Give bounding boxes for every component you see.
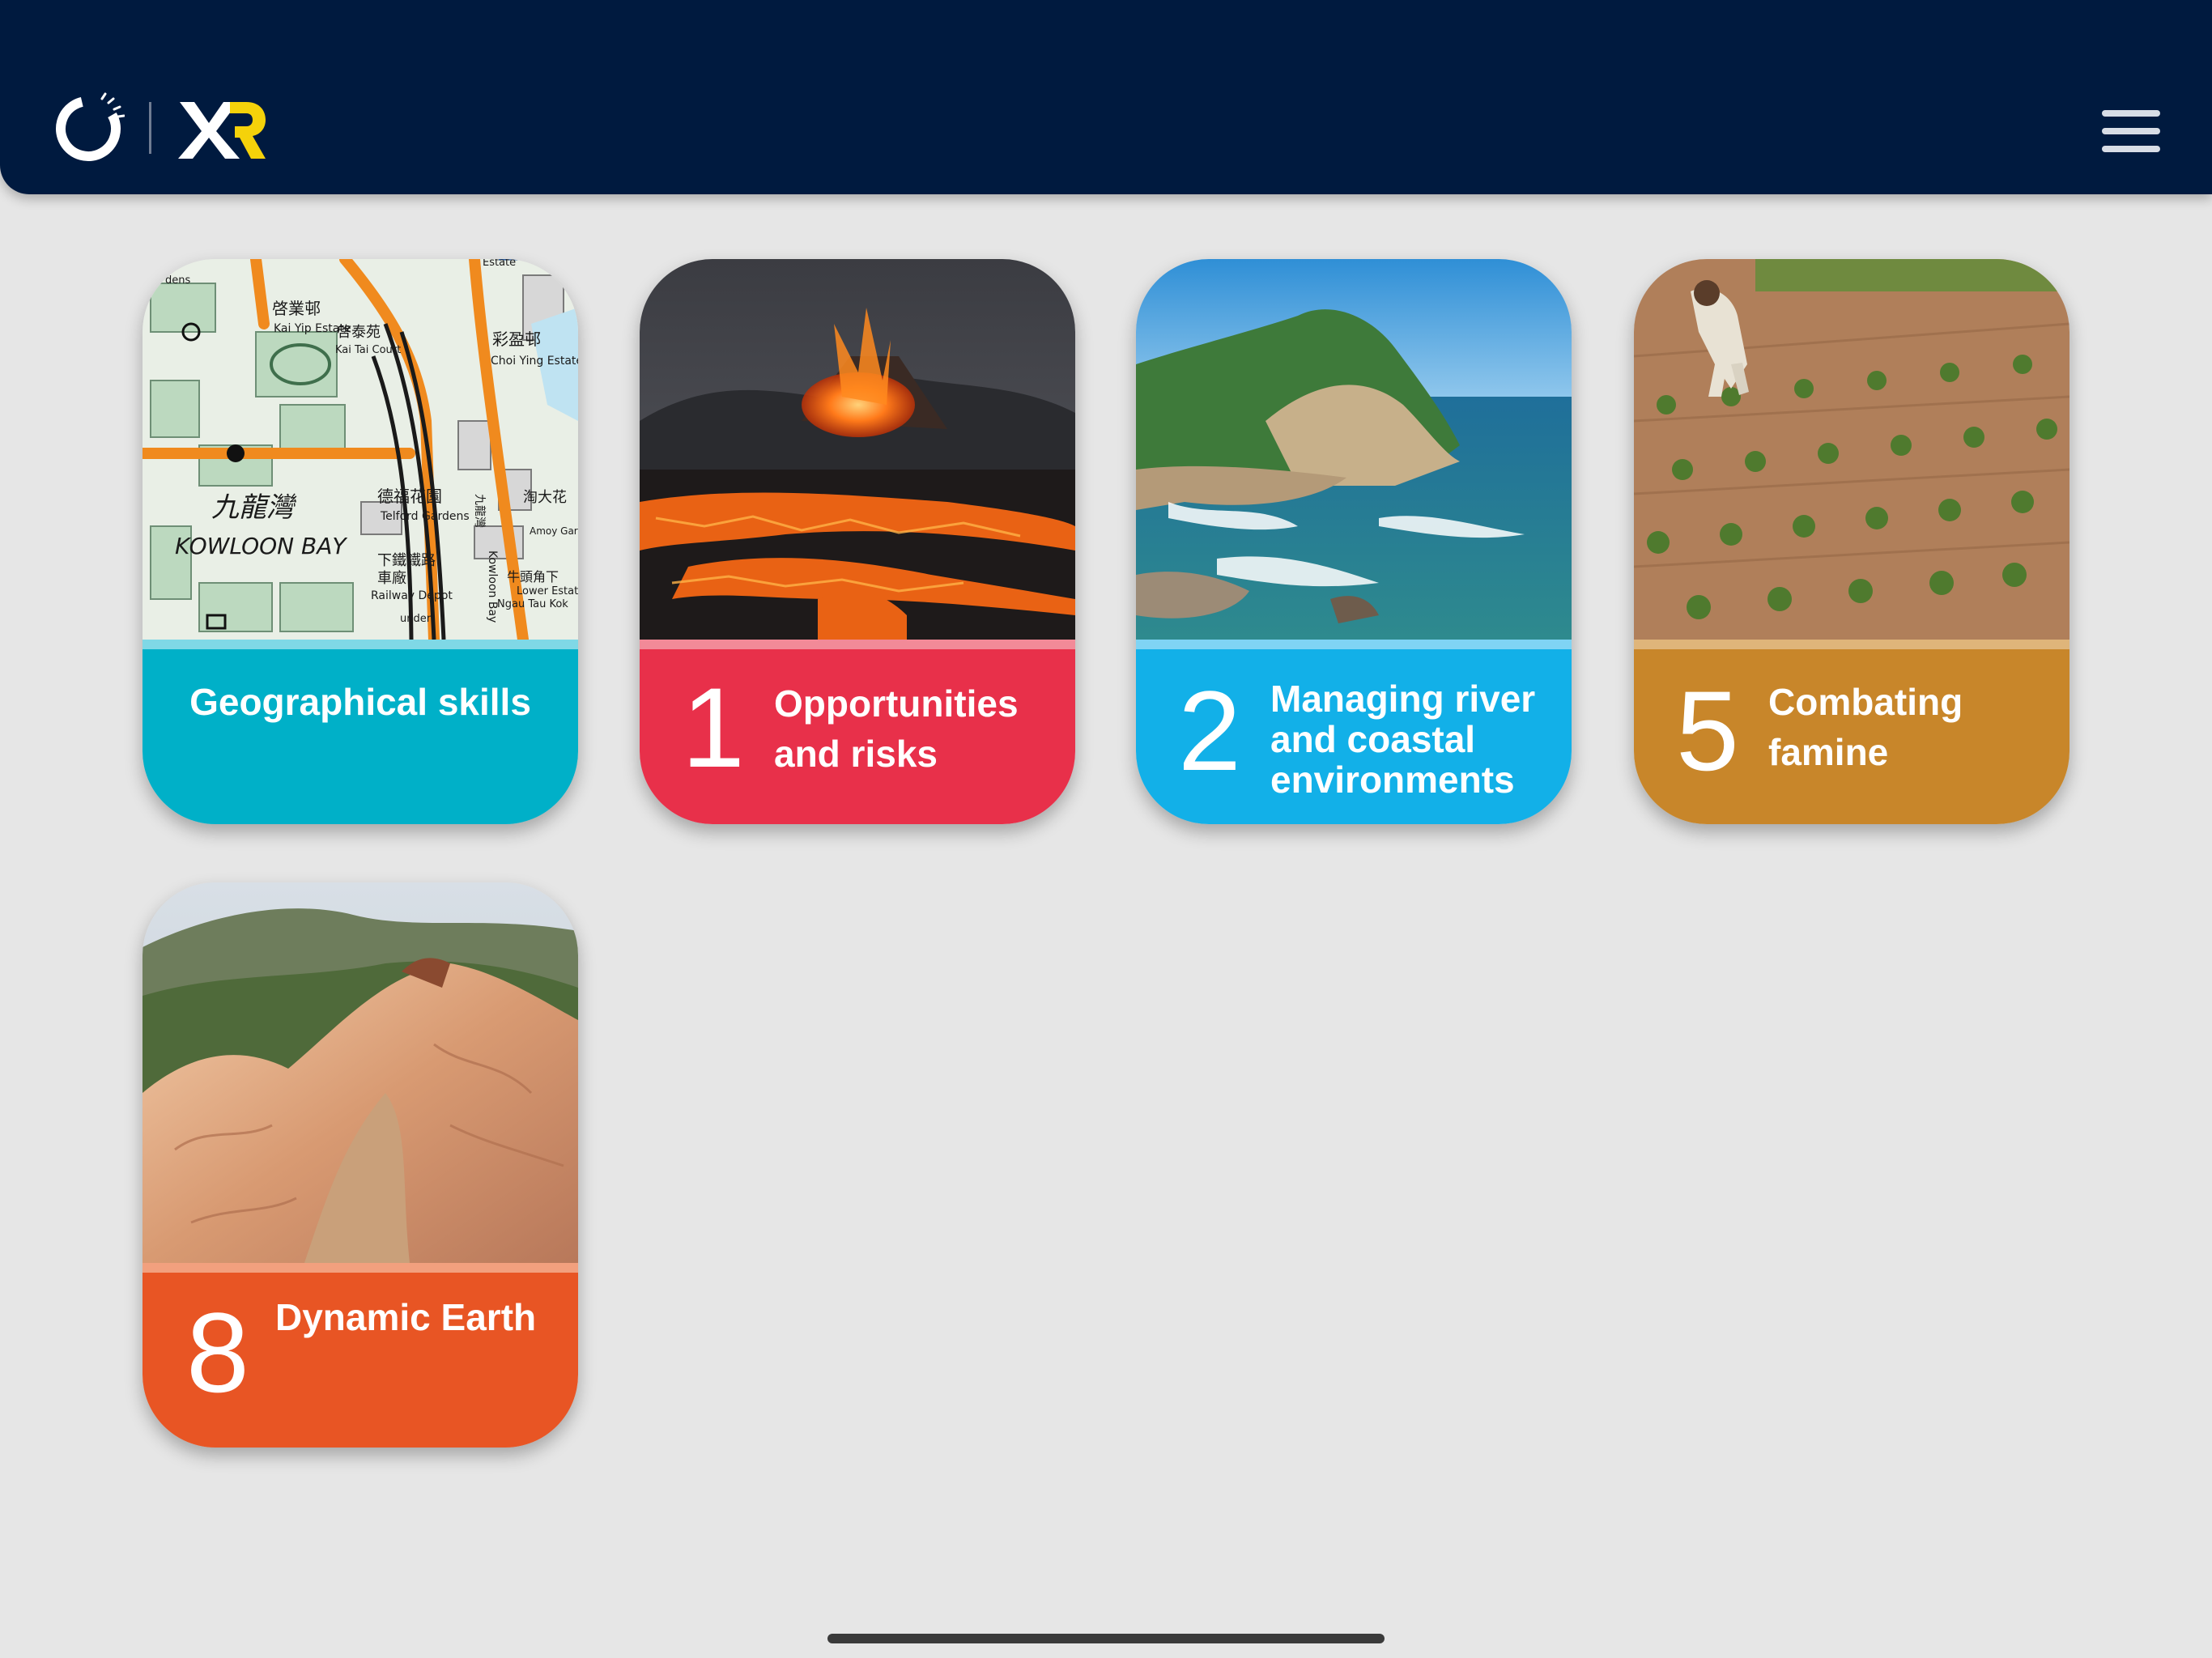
map-label: Kai Tai Court — [335, 344, 401, 356]
map-label: 牛頭角下 — [507, 569, 559, 585]
eroded-hills-image — [143, 882, 578, 1263]
chapter-card-geographical-skills[interactable]: 啓業邨 Kai Yip Estate 啓泰苑 Kai Tai Court 彩盈邨… — [143, 259, 578, 824]
card-stripe — [143, 640, 578, 649]
card-stripe — [1634, 640, 2069, 649]
map-label: KOWLOON BAY — [175, 533, 347, 559]
chapter-card-combating-famine[interactable]: 5 Combating famine — [1634, 259, 2069, 824]
card-footer: Geographical skills — [143, 649, 578, 824]
xr-logo-icon[interactable] — [177, 97, 267, 162]
card-footer: 1 Opportunities and risks — [640, 649, 1075, 824]
chapter-card-opportunities-and-risks[interactable]: 1 Opportunities and risks — [640, 259, 1075, 824]
map-label: Lower Estate — [517, 585, 578, 597]
map-label: dens — [165, 274, 190, 287]
card-title: Managing river and coastal environments — [1270, 678, 1536, 801]
topographic-map-image: 啓業邨 Kai Yip Estate 啓泰苑 Kai Tai Court 彩盈邨… — [143, 259, 578, 640]
coastal-cliff-image — [1136, 259, 1572, 640]
menu-bar — [2102, 146, 2160, 152]
map-label: 彩盈邨 — [492, 329, 541, 349]
menu-bar — [2102, 110, 2160, 117]
chapter-card-managing-river-and-coastal-environments[interactable]: 2 Managing river and coastal environment… — [1136, 259, 1572, 824]
map-label: Kowloon Bay — [486, 551, 499, 623]
app-header — [0, 0, 2212, 194]
map-label: 德福花園 — [377, 487, 442, 506]
publisher-ring-logo-icon — [56, 92, 125, 161]
map-label: Choi Ying Estate — [491, 355, 578, 368]
logo-divider — [149, 102, 151, 154]
farm-field-image — [1634, 259, 2069, 640]
volcano-lava-image — [640, 259, 1075, 640]
menu-bar — [2102, 128, 2160, 134]
card-stripe — [640, 640, 1075, 649]
map-label: Estate — [483, 259, 516, 269]
map-label: Railway Depot — [371, 589, 453, 602]
chapter-number: 8 — [186, 1289, 249, 1416]
card-footer: 8 Dynamic Earth — [143, 1273, 578, 1448]
card-footer: 5 Combating famine — [1634, 649, 2069, 824]
card-stripe — [1136, 640, 1572, 649]
map-label: 車廠 — [377, 569, 406, 587]
map-label: Telford Gardens — [380, 510, 470, 523]
card-footer: 2 Managing river and coastal environment… — [1136, 649, 1572, 824]
chapter-card-dynamic-earth[interactable]: 8 Dynamic Earth — [143, 882, 578, 1448]
map-label: 淘大花 — [523, 489, 567, 506]
card-title: Combating famine — [1768, 681, 1963, 773]
chapter-number: 5 — [1676, 667, 1739, 794]
map-label: 啓泰苑 — [337, 324, 381, 341]
chapter-number: 2 — [1178, 667, 1241, 794]
hamburger-menu-icon[interactable] — [2102, 110, 2160, 152]
card-title: Dynamic Earth — [275, 1296, 537, 1338]
map-label: 啓業邨 — [272, 299, 321, 318]
map-label: Ngau Tau Kok — [497, 598, 568, 610]
card-title: Geographical skills — [189, 681, 531, 723]
card-title: Opportunities and risks — [774, 682, 1019, 775]
map-label: 九龍灣 — [211, 491, 297, 524]
chapter-number: 1 — [682, 664, 745, 791]
card-stripe — [143, 1263, 578, 1273]
map-label: 九龍灣 — [473, 494, 487, 528]
map-label: Amoy Gardens — [530, 525, 578, 537]
map-label: under — [400, 613, 432, 625]
map-label: 下鐵鐵路 — [377, 552, 436, 569]
home-indicator[interactable] — [827, 1634, 1385, 1643]
